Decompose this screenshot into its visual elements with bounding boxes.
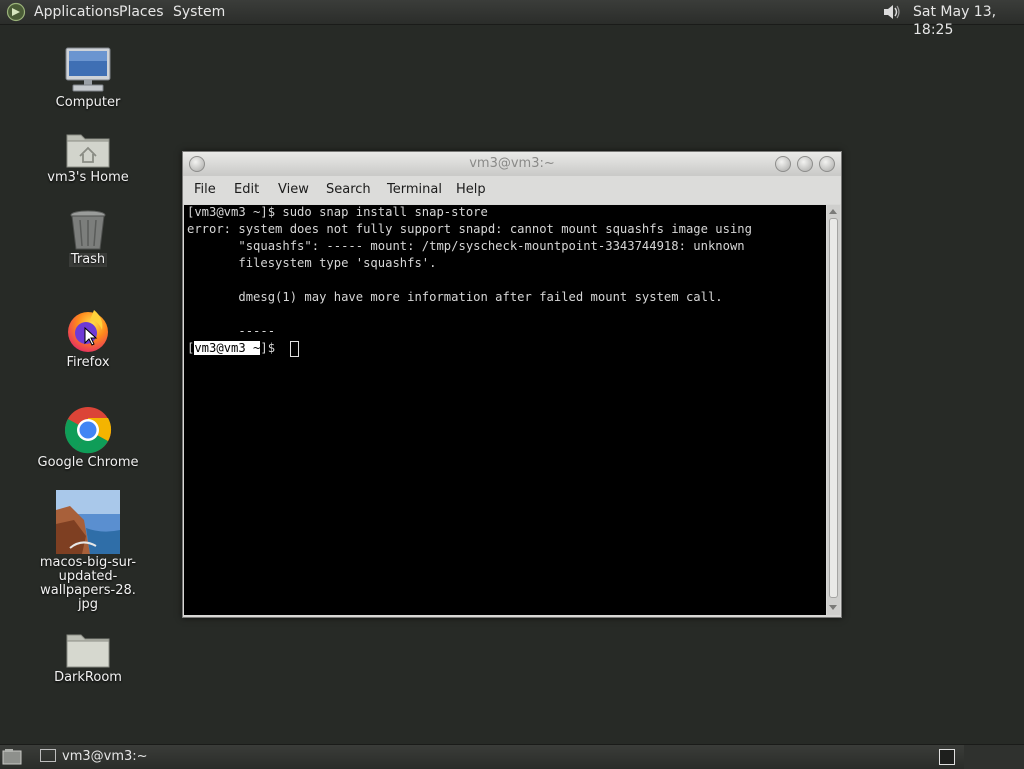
volume-icon[interactable] [880,1,902,23]
workspace-switcher-area[interactable] [964,745,1024,769]
desktop-icon-label: Firefox [66,355,110,370]
terminal-window[interactable]: vm3@vm3:~ File Edit View Search Terminal… [182,151,842,618]
terminal-scrollbar[interactable] [827,205,840,615]
desktop-icon-label: Computer [55,95,121,110]
menu-edit[interactable]: Edit [234,182,259,198]
desktop-icon-label: Trash [68,252,108,267]
terminal-output[interactable]: [vm3@vm3 ~]$ sudo snap install snap-stor… [184,205,826,615]
terminal-line: ----- [187,324,276,338]
terminal-line: dmesg(1) may have more information after… [187,290,723,304]
top-panel: Applications Places System Sat May 13, 1… [0,0,1024,38]
clock[interactable]: Sat May 13, 18:25 [913,3,1024,39]
menu-search[interactable]: Search [326,182,371,198]
desktop-icon-label-line: jpg [77,597,99,612]
workspace-icon[interactable] [939,749,955,765]
desktop-icon-label-line: updated-wallpapers-28. [40,569,136,598]
desktop-icon-darkroom[interactable]: DarkRoom [28,629,148,685]
firefox-icon [68,310,108,352]
close-button[interactable] [819,156,835,172]
minimize-button[interactable] [775,156,791,172]
prompt-close: ]$ [260,341,276,355]
desktop-icon-firefox[interactable]: Firefox [28,306,148,370]
terminal-line: [vm3@vm3 ~]$ sudo snap install snap-stor… [187,205,488,219]
folder-icon [66,634,110,668]
desktop-icon-computer[interactable]: Computer [28,46,148,110]
desktop-icon-home[interactable]: vm3's Home [28,129,148,185]
desktop-icon-wallpaper[interactable]: macos-big-sur- updated-wallpapers-28. jp… [28,490,148,612]
taskbar-item-label: vm3@vm3:~ [62,749,148,764]
desktop-icon-label-line: macos-big-sur- [39,555,137,570]
menu-places[interactable]: Places [119,3,164,21]
terminal-prompt: [vm3@vm3 ~]$ [187,341,275,355]
desktop-icon-trash[interactable]: Trash [28,209,148,267]
maximize-button[interactable] [797,156,813,172]
desktop-icon-label: DarkRoom [54,670,122,685]
trash-icon [70,210,106,250]
terminal-cursor [290,341,299,357]
window-title: vm3@vm3:~ [469,156,555,171]
menu-applications[interactable]: Applications [34,3,120,21]
scroll-up-icon[interactable] [829,209,837,214]
terminal-icon [40,749,56,762]
terminal-line: error: system does not fully support sna… [187,222,752,236]
menu-view[interactable]: View [278,182,309,198]
chrome-icon [64,407,112,454]
terminal-line: filesystem type 'squashfs'. [187,256,437,270]
scroll-down-icon[interactable] [829,605,837,610]
scrollbar-thumb[interactable] [829,218,838,598]
prompt-user-host: vm3@vm3 ~ [194,341,261,355]
terminal-line: "squashfs": ----- mount: /tmp/syscheck-m… [187,239,745,253]
show-desktop-icon[interactable] [2,748,22,766]
desktop-icon-chrome[interactable]: Google Chrome [28,406,148,470]
terminal-menubar: File Edit View Search Terminal Help [183,176,841,204]
desktop-icon-label: vm3's Home [47,170,129,185]
desktop-icon-label: Google Chrome [37,455,139,470]
menu-terminal[interactable]: Terminal [387,182,442,198]
menu-help[interactable]: Help [456,182,486,198]
bottom-panel: vm3@vm3:~ [0,744,1024,769]
home-folder-icon [66,134,110,168]
menu-system[interactable]: System [173,3,225,21]
image-file-icon [56,490,120,554]
menu-file[interactable]: File [194,182,216,198]
taskbar-item-terminal[interactable]: vm3@vm3:~ [34,747,154,767]
distro-logo-icon[interactable] [6,2,26,22]
window-titlebar[interactable]: vm3@vm3:~ [183,152,841,176]
computer-icon [65,47,111,92]
